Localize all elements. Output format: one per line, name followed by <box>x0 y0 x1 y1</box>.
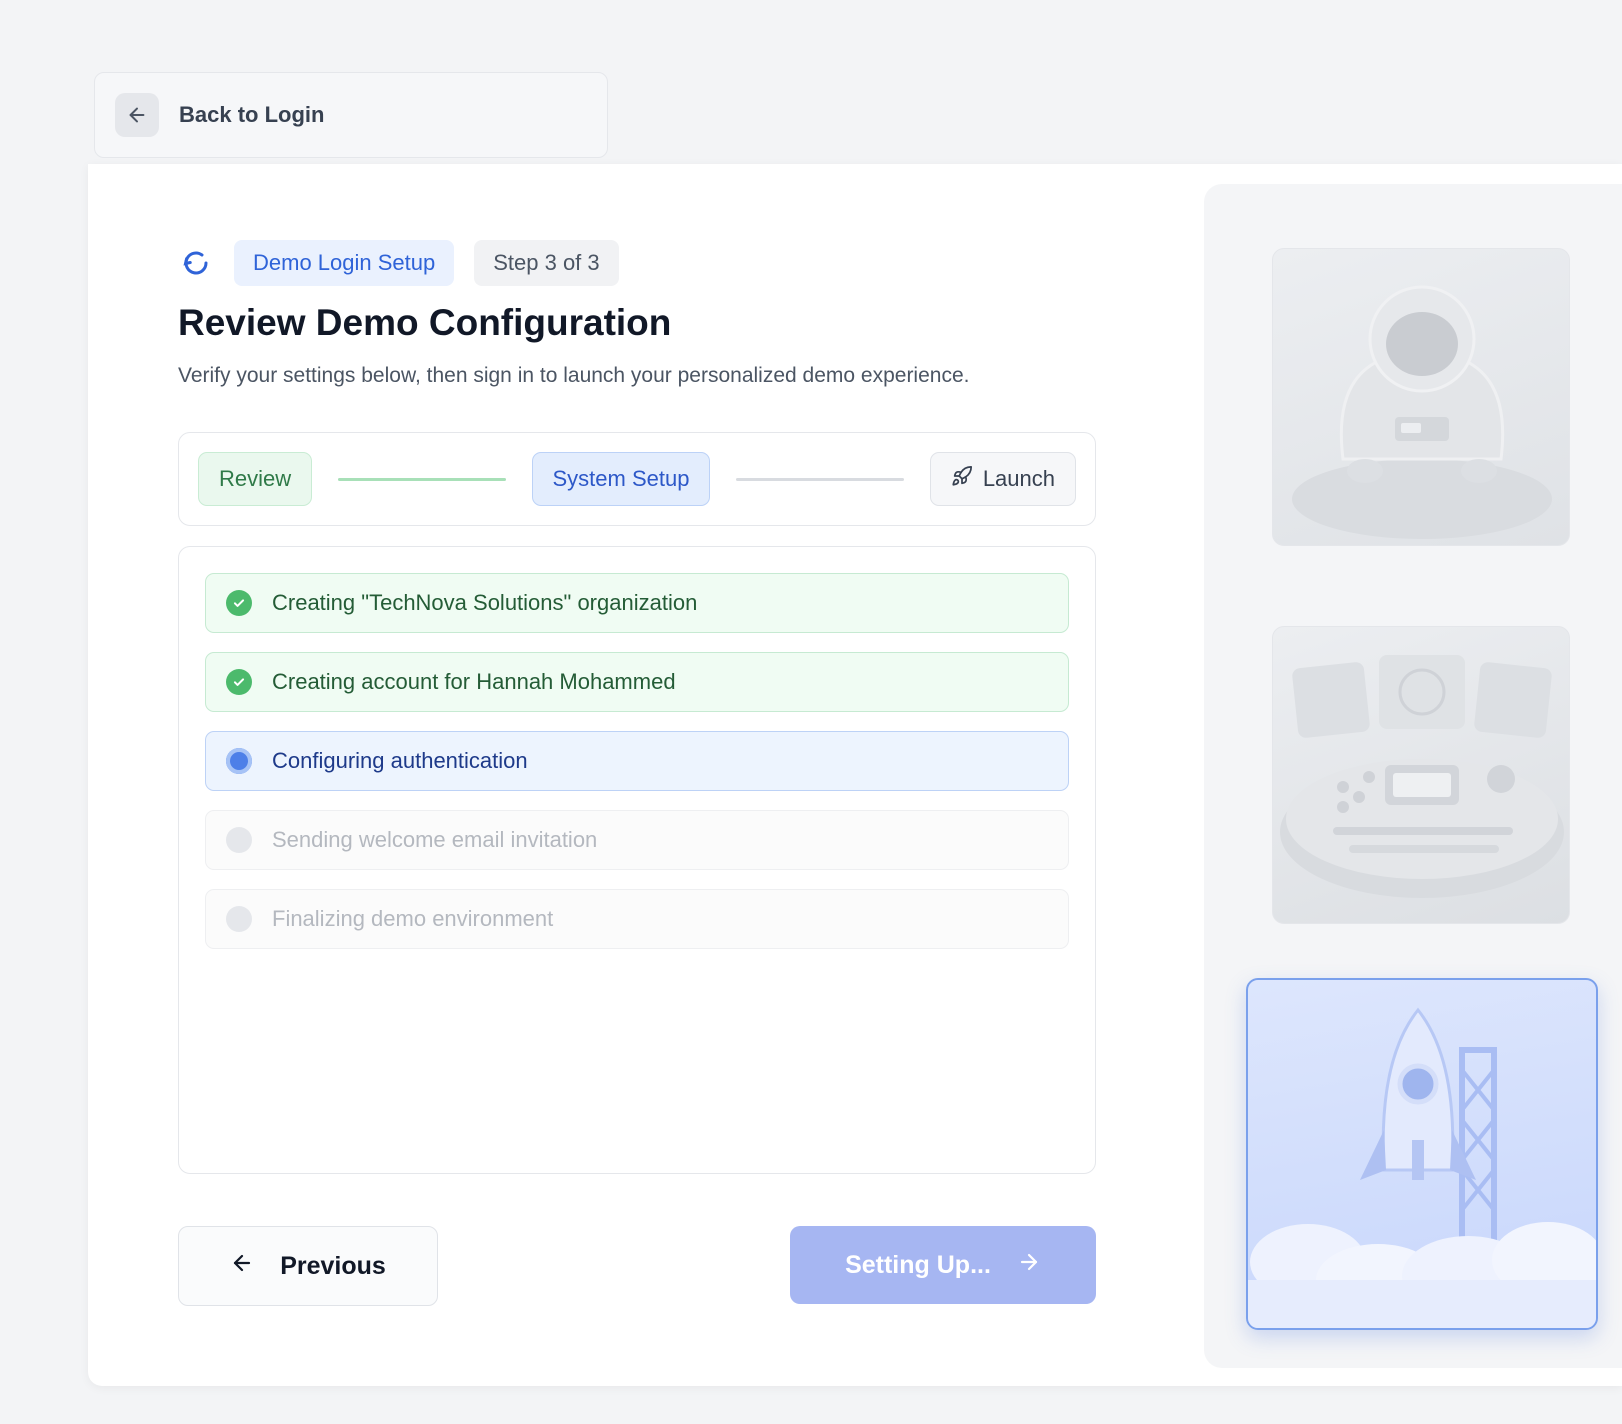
header-badges: Demo Login Setup Step 3 of 3 <box>178 240 619 286</box>
step-system-setup-label: System Setup <box>552 466 690 491</box>
step-connector <box>736 477 904 481</box>
list-item: Configuring authentication <box>205 731 1069 791</box>
check-circle-icon <box>226 669 252 695</box>
page-title: Review Demo Configuration <box>178 302 672 343</box>
astronaut-illustration <box>1272 248 1570 546</box>
list-item: Creating "TechNova Solutions" organizati… <box>205 573 1069 633</box>
control-panel-illustration <box>1272 626 1570 924</box>
setup-task-list: Creating "TechNova Solutions" organizati… <box>178 546 1096 1174</box>
step-system-setup: System Setup <box>531 452 711 506</box>
task-label: Creating account for Hannah Mohammed <box>272 669 676 694</box>
task-label: Configuring authentication <box>272 748 528 773</box>
step-launch: Launch <box>929 452 1076 506</box>
pending-circle-icon <box>226 906 252 932</box>
step-review-label: Review <box>219 466 292 491</box>
setting-up-button-label: Setting Up... <box>845 1250 991 1279</box>
setup-card: Demo Login Setup Step 3 of 3 Review Demo… <box>88 164 1622 1386</box>
rocket-launch-illustration <box>1246 978 1598 1330</box>
back-to-login-label: Back to Login <box>179 102 325 127</box>
step-launch-label: Launch <box>982 466 1055 491</box>
step-connector <box>338 477 506 481</box>
progress-stepper: Review System Setup Launch <box>178 432 1096 526</box>
in-progress-icon <box>226 748 252 774</box>
pending-circle-icon <box>226 827 252 853</box>
arrow-left-icon <box>115 93 159 137</box>
list-item: Finalizing demo environment <box>205 889 1069 949</box>
step-counter-badge: Step 3 of 3 <box>474 240 619 286</box>
previous-button-label: Previous <box>280 1251 386 1280</box>
setting-up-button[interactable]: Setting Up... <box>790 1226 1096 1304</box>
arrow-right-icon <box>1017 1250 1041 1281</box>
page-subtitle: Verify your settings below, then sign in… <box>178 364 970 387</box>
arrow-left-icon <box>230 1251 254 1282</box>
rocket-icon <box>951 465 973 493</box>
step-review: Review <box>198 452 313 506</box>
task-label: Creating "TechNova Solutions" organizati… <box>272 590 698 615</box>
task-label: Finalizing demo environment <box>272 906 554 931</box>
illustration-panel <box>1204 184 1622 1368</box>
back-to-login-button[interactable]: Back to Login <box>94 72 608 158</box>
check-circle-icon <box>226 590 252 616</box>
loading-spinner-icon <box>178 245 214 281</box>
list-item: Sending welcome email invitation <box>205 810 1069 870</box>
demo-login-setup-badge: Demo Login Setup <box>234 240 455 286</box>
previous-button[interactable]: Previous <box>178 1226 438 1306</box>
list-item: Creating account for Hannah Mohammed <box>205 652 1069 712</box>
task-label: Sending welcome email invitation <box>272 827 598 852</box>
